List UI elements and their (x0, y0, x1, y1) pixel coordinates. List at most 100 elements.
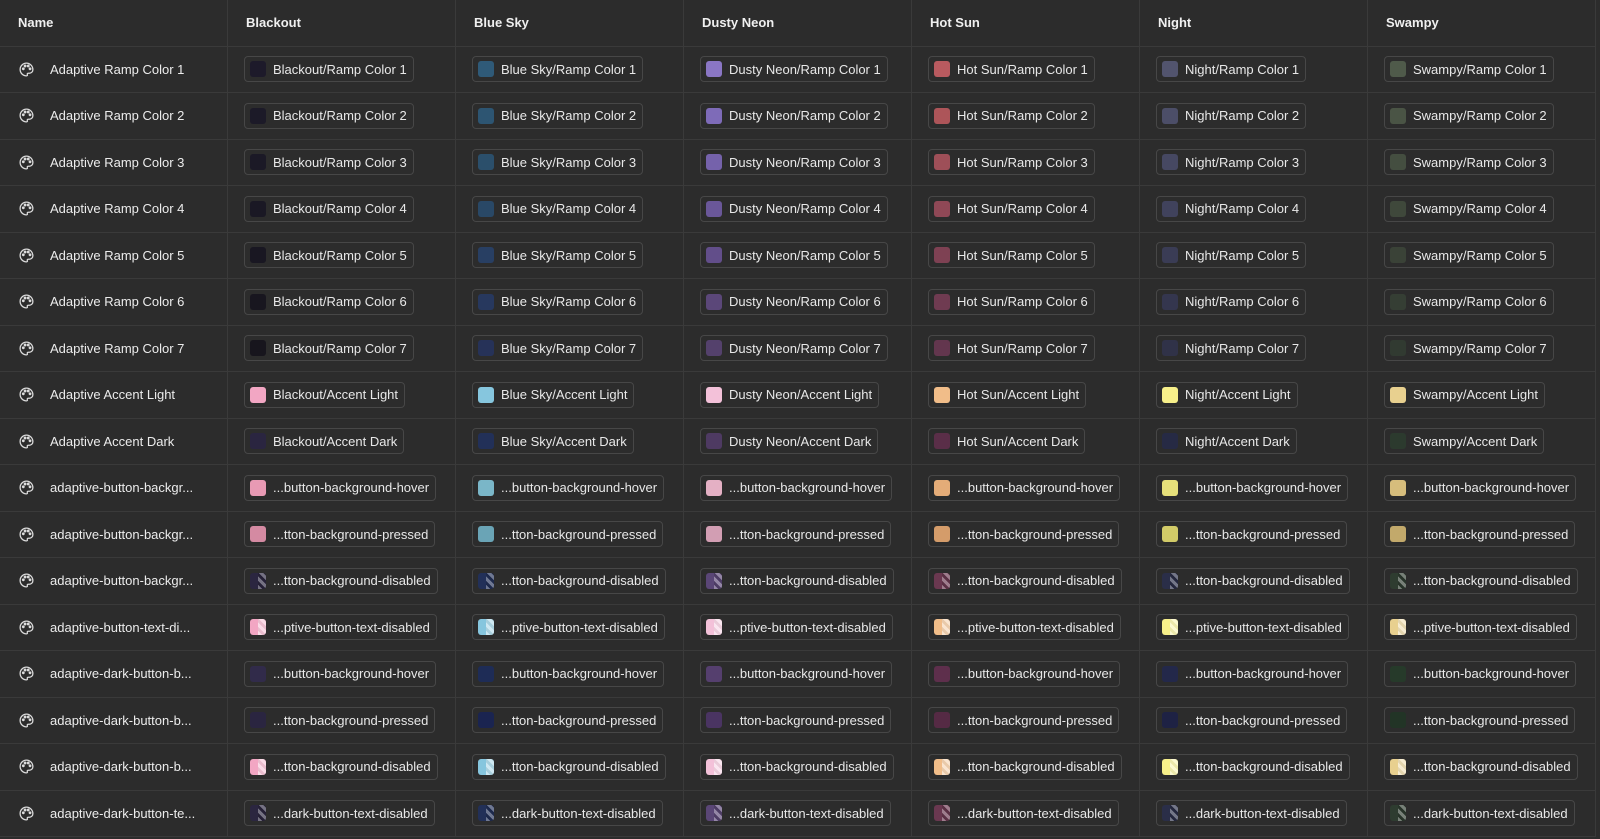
variable-alias-chip[interactable]: Hot Sun/Accent Light (928, 381, 1087, 408)
variable-name-cell[interactable]: adaptive-button-backgr... (0, 511, 228, 558)
variable-alias-chip[interactable]: Hot Sun/Ramp Color 2 (928, 102, 1095, 129)
variable-alias-chip[interactable]: ...tton-background-disabled (700, 753, 894, 780)
variable-alias-chip[interactable]: Night/Ramp Color 3 (1156, 149, 1307, 176)
variable-alias-chip[interactable]: Night/Accent Light (1156, 381, 1298, 408)
variable-alias-chip[interactable]: ...dark-button-text-disabled (928, 800, 1119, 827)
variable-alias-chip[interactable]: ...tton-background-disabled (928, 753, 1122, 780)
variable-alias-chip[interactable]: ...tton-background-disabled (1156, 567, 1350, 594)
variable-alias-chip[interactable]: Swampy/Ramp Color 4 (1384, 195, 1554, 222)
variable-alias-chip[interactable]: Hot Sun/Accent Dark (928, 428, 1086, 455)
variable-alias-chip[interactable]: ...tton-background-disabled (700, 567, 894, 594)
variable-alias-chip[interactable]: ...tton-background-pressed (1384, 521, 1576, 548)
variable-name-cell[interactable]: Adaptive Ramp Color 1 (0, 46, 228, 93)
variable-alias-chip[interactable]: ...button-background-hover (700, 660, 893, 687)
variable-name-cell[interactable]: Adaptive Ramp Color 2 (0, 93, 228, 140)
variable-alias-chip[interactable]: Hot Sun/Ramp Color 6 (928, 288, 1095, 315)
variable-alias-chip[interactable]: Blue Sky/Ramp Color 6 (472, 288, 644, 315)
variable-alias-chip[interactable]: ...tton-background-disabled (1156, 753, 1350, 780)
variable-name-cell[interactable]: adaptive-button-backgr... (0, 465, 228, 512)
column-header-theme[interactable]: Swampy (1368, 0, 1596, 47)
variable-alias-chip[interactable]: ...ptive-button-text-disabled (1156, 614, 1349, 641)
variable-alias-chip[interactable]: ...tton-background-disabled (1384, 567, 1578, 594)
variable-alias-chip[interactable]: Swampy/Accent Dark (1384, 428, 1545, 455)
variable-alias-chip[interactable]: Blackout/Accent Dark (244, 428, 405, 455)
variable-alias-chip[interactable]: Blue Sky/Ramp Color 2 (472, 102, 644, 129)
variable-alias-chip[interactable]: Night/Ramp Color 1 (1156, 56, 1307, 83)
variable-alias-chip[interactable]: ...ptive-button-text-disabled (700, 614, 893, 641)
variable-alias-chip[interactable]: ...ptive-button-text-disabled (472, 614, 665, 641)
variable-alias-chip[interactable]: Swampy/Ramp Color 3 (1384, 149, 1554, 176)
variable-alias-chip[interactable]: Blackout/Ramp Color 7 (244, 335, 414, 362)
variable-alias-chip[interactable]: ...ptive-button-text-disabled (244, 614, 437, 641)
variable-alias-chip[interactable]: Swampy/Ramp Color 1 (1384, 56, 1554, 83)
variable-name-cell[interactable]: adaptive-dark-button-b... (0, 744, 228, 791)
variable-alias-chip[interactable]: ...tton-background-disabled (472, 567, 666, 594)
variable-alias-chip[interactable]: Hot Sun/Ramp Color 5 (928, 242, 1095, 269)
variable-alias-chip[interactable]: ...dark-button-text-disabled (1384, 800, 1575, 827)
variable-alias-chip[interactable]: Swampy/Ramp Color 2 (1384, 102, 1554, 129)
variable-name-cell[interactable]: adaptive-dark-button-te... (0, 790, 228, 837)
column-header-theme[interactable]: Blackout (228, 0, 456, 47)
variable-alias-chip[interactable]: Blackout/Ramp Color 2 (244, 102, 414, 129)
variable-alias-chip[interactable]: ...tton-background-pressed (1156, 521, 1348, 548)
variable-alias-chip[interactable]: ...tton-background-disabled (1384, 753, 1578, 780)
variable-alias-chip[interactable]: Dusty Neon/Ramp Color 2 (700, 102, 888, 129)
variable-alias-chip[interactable]: Hot Sun/Ramp Color 3 (928, 149, 1095, 176)
variable-alias-chip[interactable]: ...ptive-button-text-disabled (928, 614, 1121, 641)
variable-alias-chip[interactable]: ...button-background-hover (472, 660, 665, 687)
column-header-theme[interactable]: Night (1140, 0, 1368, 47)
variable-alias-chip[interactable]: ...button-background-hover (1384, 660, 1577, 687)
variable-alias-chip[interactable]: ...tton-background-disabled (928, 567, 1122, 594)
variable-name-cell[interactable]: Adaptive Ramp Color 6 (0, 279, 228, 326)
variable-alias-chip[interactable]: Blue Sky/Accent Dark (472, 428, 634, 455)
variable-alias-chip[interactable]: Night/Accent Dark (1156, 428, 1297, 455)
variable-alias-chip[interactable]: Blackout/Ramp Color 5 (244, 242, 414, 269)
variable-alias-chip[interactable]: ...ptive-button-text-disabled (1384, 614, 1577, 641)
variable-alias-chip[interactable]: ...tton-background-pressed (1384, 707, 1576, 734)
variable-alias-chip[interactable]: Blackout/Ramp Color 4 (244, 195, 414, 222)
variable-alias-chip[interactable]: ...dark-button-text-disabled (700, 800, 891, 827)
variable-alias-chip[interactable]: Night/Ramp Color 2 (1156, 102, 1307, 129)
variable-alias-chip[interactable]: ...button-background-hover (1156, 660, 1349, 687)
variable-alias-chip[interactable]: Dusty Neon/Ramp Color 5 (700, 242, 888, 269)
variable-alias-chip[interactable]: Blue Sky/Ramp Color 4 (472, 195, 644, 222)
variable-name-cell[interactable]: Adaptive Ramp Color 7 (0, 325, 228, 372)
column-header-theme[interactable]: Dusty Neon (684, 0, 912, 47)
variable-alias-chip[interactable]: Blue Sky/Ramp Color 5 (472, 242, 644, 269)
variable-alias-chip[interactable]: ...tton-background-pressed (244, 707, 436, 734)
variable-alias-chip[interactable]: ...tton-background-pressed (472, 707, 664, 734)
variable-alias-chip[interactable]: Blackout/Accent Light (244, 381, 406, 408)
variable-alias-chip[interactable]: Blue Sky/Accent Light (472, 381, 635, 408)
variable-name-cell[interactable]: Adaptive Ramp Color 4 (0, 186, 228, 233)
variable-alias-chip[interactable]: Hot Sun/Ramp Color 7 (928, 335, 1095, 362)
variable-alias-chip[interactable]: Blackout/Ramp Color 3 (244, 149, 414, 176)
variable-alias-chip[interactable]: Swampy/Ramp Color 6 (1384, 288, 1554, 315)
variable-alias-chip[interactable]: ...button-background-hover (1156, 474, 1349, 501)
variable-alias-chip[interactable]: ...button-background-hover (244, 474, 437, 501)
variable-alias-chip[interactable]: Hot Sun/Ramp Color 4 (928, 195, 1095, 222)
variable-alias-chip[interactable]: ...button-background-hover (244, 660, 437, 687)
variable-alias-chip[interactable]: Dusty Neon/Ramp Color 4 (700, 195, 888, 222)
variable-alias-chip[interactable]: Blackout/Ramp Color 1 (244, 56, 414, 83)
variable-alias-chip[interactable]: Blue Sky/Ramp Color 7 (472, 335, 644, 362)
variable-alias-chip[interactable]: Blue Sky/Ramp Color 3 (472, 149, 644, 176)
variable-name-cell[interactable]: Adaptive Accent Light (0, 372, 228, 419)
variable-alias-chip[interactable]: ...dark-button-text-disabled (244, 800, 435, 827)
variable-alias-chip[interactable]: Blue Sky/Ramp Color 1 (472, 56, 644, 83)
variable-alias-chip[interactable]: ...tton-background-pressed (700, 707, 892, 734)
variable-alias-chip[interactable]: Dusty Neon/Ramp Color 7 (700, 335, 888, 362)
variable-alias-chip[interactable]: ...button-background-hover (928, 660, 1121, 687)
column-header-name[interactable]: Name (0, 0, 228, 47)
variable-alias-chip[interactable]: ...button-background-hover (1384, 474, 1577, 501)
variable-alias-chip[interactable]: ...dark-button-text-disabled (1156, 800, 1347, 827)
variable-alias-chip[interactable]: ...tton-background-pressed (1156, 707, 1348, 734)
variable-alias-chip[interactable]: Swampy/Ramp Color 7 (1384, 335, 1554, 362)
variable-alias-chip[interactable]: Dusty Neon/Ramp Color 1 (700, 56, 888, 83)
variable-alias-chip[interactable]: Dusty Neon/Ramp Color 6 (700, 288, 888, 315)
variable-alias-chip[interactable]: ...button-background-hover (472, 474, 665, 501)
variable-alias-chip[interactable]: ...tton-background-pressed (700, 521, 892, 548)
variable-alias-chip[interactable]: Dusty Neon/Accent Light (700, 381, 880, 408)
variable-alias-chip[interactable]: Night/Ramp Color 5 (1156, 242, 1307, 269)
column-header-theme[interactable]: Blue Sky (456, 0, 684, 47)
variable-alias-chip[interactable]: Swampy/Ramp Color 5 (1384, 242, 1554, 269)
